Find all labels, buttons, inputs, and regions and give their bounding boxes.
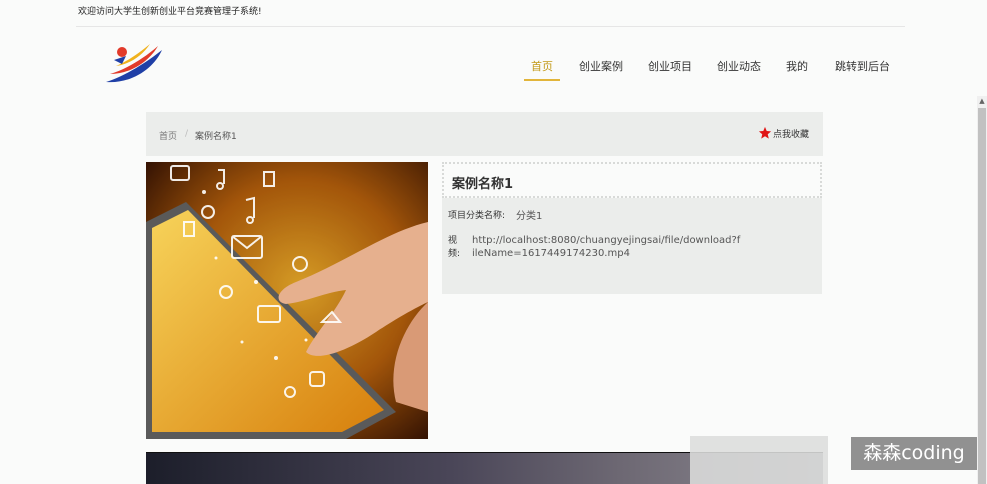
nav-item-news[interactable]: 创业动态 <box>717 55 761 79</box>
nav-item-admin[interactable]: 跳转到后台 <box>835 55 890 79</box>
nav-item-mine[interactable]: 我的 <box>786 55 808 79</box>
nav-active-indicator <box>524 79 560 81</box>
case-image <box>146 162 428 439</box>
category-value: 分类1 <box>516 211 543 222</box>
nav-item-label: 首页 <box>531 60 553 73</box>
nav-item-label: 我的 <box>786 60 808 73</box>
case-info-panel: 项目分类名称: 分类1 视频: http://localhost:8080/ch… <box>442 198 822 294</box>
welcome-text: 欢迎访问大学生创新创业平台竞赛管理子系统! <box>78 7 262 17</box>
nav-item-label: 创业动态 <box>717 60 761 73</box>
breadcrumb-home[interactable]: 首页 <box>159 129 177 142</box>
breadcrumb-current: 案例名称1 <box>195 132 237 142</box>
header-divider <box>76 26 905 27</box>
page-scrollbar[interactable]: ▲ <box>977 96 987 484</box>
video-overlay-block <box>690 436 828 484</box>
top-bar: 欢迎访问大学生创新创业平台竞赛管理子系统! <box>0 0 987 26</box>
nav-item-label: 跳转到后台 <box>835 60 890 73</box>
nav-item-home[interactable]: 首页 <box>524 55 560 81</box>
star-icon <box>758 126 772 139</box>
nav-item-projects[interactable]: 创业项目 <box>648 55 692 79</box>
breadcrumb: 首页 / 案例名称1 点我收藏 <box>146 112 823 156</box>
scrollbar-thumb[interactable] <box>978 108 986 484</box>
nav-item-label: 创业案例 <box>579 60 623 73</box>
favorite-label: 点我收藏 <box>773 129 810 140</box>
watermark: 森森coding <box>851 437 977 470</box>
breadcrumb-separator: / <box>185 129 189 139</box>
category-label: 项目分类名称: <box>448 211 506 221</box>
nav-item-cases[interactable]: 创业案例 <box>579 55 623 79</box>
scroll-up-arrow-icon[interactable]: ▲ <box>977 96 987 106</box>
nav-item-label: 创业项目 <box>648 60 692 73</box>
video-link[interactable]: http://localhost:8080/chuangyejingsai/fi… <box>472 234 742 260</box>
site-logo[interactable] <box>102 38 166 88</box>
video-label: 视频: <box>448 236 461 259</box>
case-title-box: 案例名称1 <box>442 162 822 198</box>
favorite-button[interactable]: 点我收藏 <box>758 126 809 140</box>
case-title: 案例名称1 <box>452 177 514 192</box>
